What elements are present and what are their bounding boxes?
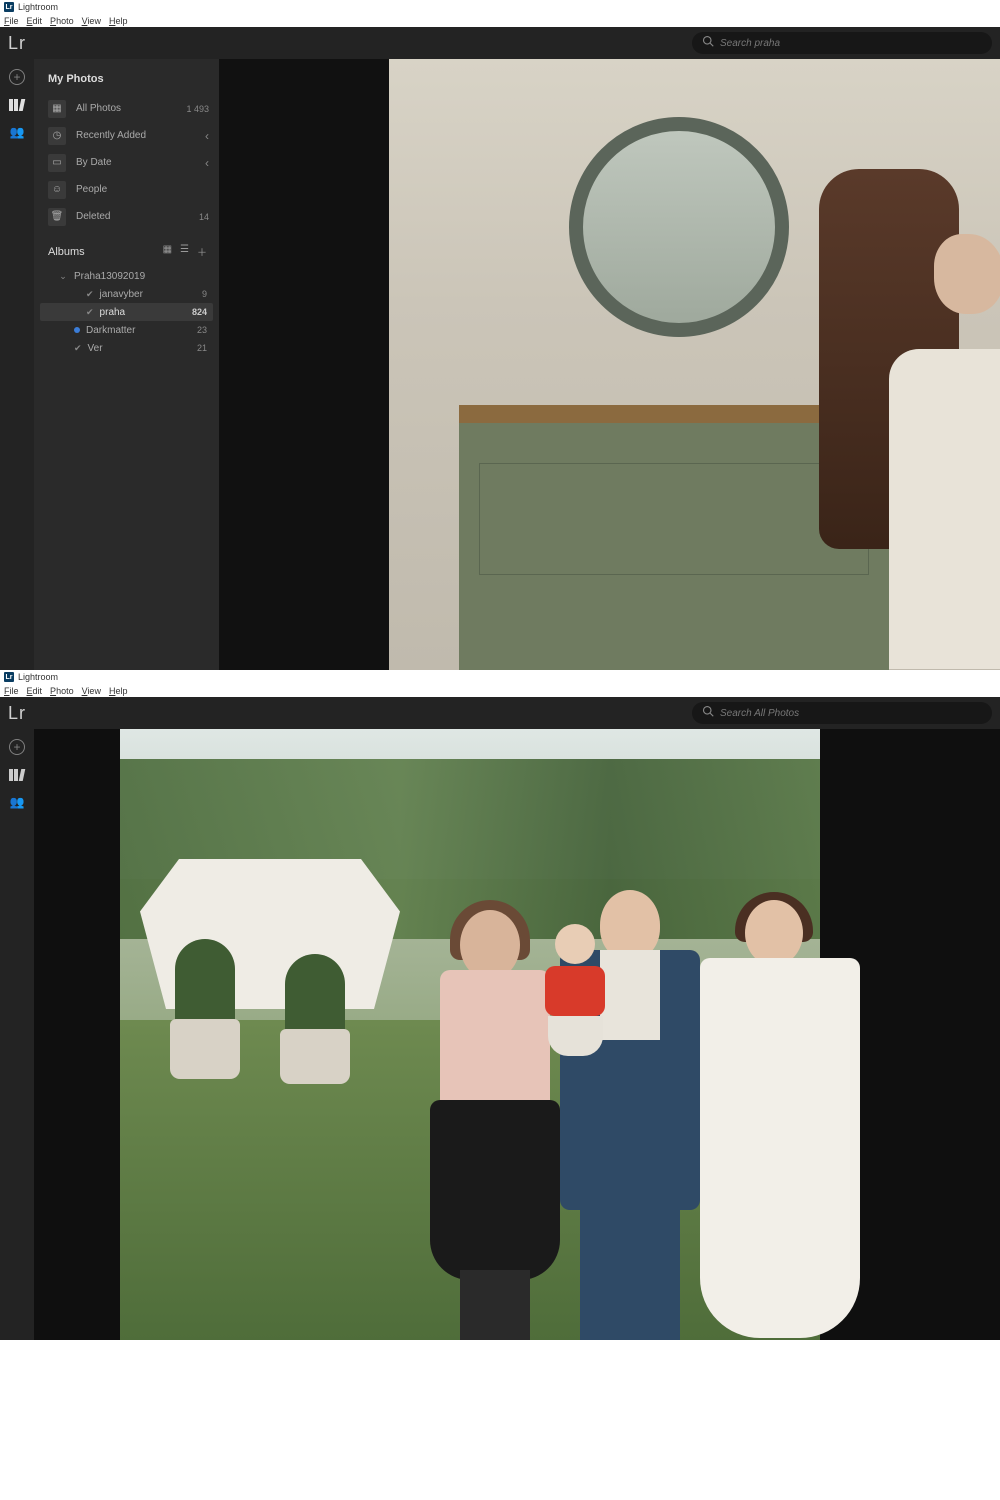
trash-icon: 🗑 [48,208,66,226]
nav-recently-added[interactable]: ◷ Recently Added [34,122,219,149]
person-icon: ☺ [48,181,66,199]
workspace: + 👥 [0,729,1000,1340]
lr-logo: Lr [8,703,26,724]
nav-deleted[interactable]: 🗑 Deleted 14 [34,203,219,230]
nav-all-photos[interactable]: ▦ All Photos 1 493 [34,95,219,122]
preview-photo [120,729,820,1340]
view-list-icon[interactable]: ☰ [180,244,189,259]
albums-tree: ⌄ Praha13092019 ✔ janavyber 9 ✔ praha 82… [34,267,219,357]
app-header: Lr Search All Photos [0,697,1000,729]
add-button[interactable]: + [9,739,25,755]
synced-icon: ✔ [86,307,94,318]
search-placeholder: Search praha [720,38,780,49]
workspace: + 👥 My Photos ▦ All Photos 1 493 ◷ Recen… [0,59,1000,670]
app-icon: Lr [4,2,14,12]
search-icon [702,34,714,52]
menu-file[interactable]: File [4,686,19,696]
grid-icon: ▦ [48,100,66,118]
image-canvas[interactable] [219,59,1000,670]
clock-icon: ◷ [48,127,66,145]
chevron-left-icon [205,156,209,170]
view-grid-icon[interactable]: ▦ [163,244,172,259]
search-input[interactable]: Search All Photos [692,702,992,724]
synced-icon: ✔ [86,289,94,300]
calendar-icon: ▭ [48,154,66,172]
menu-edit[interactable]: Edit [27,686,43,696]
albums-header: Albums ▦ ☰ ＋ [34,230,219,267]
nav-by-date[interactable]: ▭ By Date [34,149,219,176]
menu-photo[interactable]: Photo [50,16,74,26]
lightroom-window-top: Lr Lightroom File Edit Photo View Help L… [0,0,1000,670]
image-canvas[interactable] [34,729,1000,1340]
album-praha[interactable]: ✔ praha 824 [40,303,213,321]
lightroom-window-bottom: Lr Lightroom File Edit Photo View Help L… [0,670,1000,1340]
menu-help[interactable]: Help [109,16,128,26]
folder-praha13092019[interactable]: ⌄ Praha13092019 [40,267,213,285]
library-tab[interactable] [9,99,25,111]
album-ver[interactable]: ✔ Ver 21 [40,339,213,357]
search-icon [702,704,714,722]
my-photos-header: My Photos [34,69,219,95]
library-tab[interactable] [9,769,25,781]
chevron-down-icon: ⌄ [58,271,68,282]
left-rail: + 👥 [0,59,34,670]
app-header: Lr Search praha [0,27,1000,59]
album-darkmatter[interactable]: Darkmatter 23 [40,321,213,339]
title-bar: Lr Lightroom [0,670,1000,684]
sharing-tab[interactable]: 👥 [10,795,25,809]
window-title: Lightroom [18,2,58,12]
lr-logo: Lr [8,33,26,54]
preview-photo [389,59,1000,670]
menu-bar: File Edit Photo View Help [0,14,1000,27]
menu-view[interactable]: View [82,686,101,696]
menu-bar: File Edit Photo View Help [0,684,1000,697]
sharing-tab[interactable]: 👥 [10,125,25,139]
chevron-left-icon [205,129,209,143]
window-title: Lightroom [18,672,58,682]
syncing-icon [74,327,80,333]
side-panel: My Photos ▦ All Photos 1 493 ◷ Recently … [34,59,219,670]
app-icon: Lr [4,672,14,682]
menu-view[interactable]: View [82,16,101,26]
menu-help[interactable]: Help [109,686,128,696]
synced-icon: ✔ [74,343,82,354]
menu-edit[interactable]: Edit [27,16,43,26]
nav-people[interactable]: ☺ People [34,176,219,203]
title-bar: Lr Lightroom [0,0,1000,14]
menu-photo[interactable]: Photo [50,686,74,696]
menu-file[interactable]: File [4,16,19,26]
add-button[interactable]: + [9,69,25,85]
left-rail: + 👥 [0,729,34,1340]
search-input[interactable]: Search praha [692,32,992,54]
add-album-icon[interactable]: ＋ [197,244,207,259]
album-janavyber[interactable]: ✔ janavyber 9 [40,285,213,303]
search-placeholder: Search All Photos [720,708,799,719]
